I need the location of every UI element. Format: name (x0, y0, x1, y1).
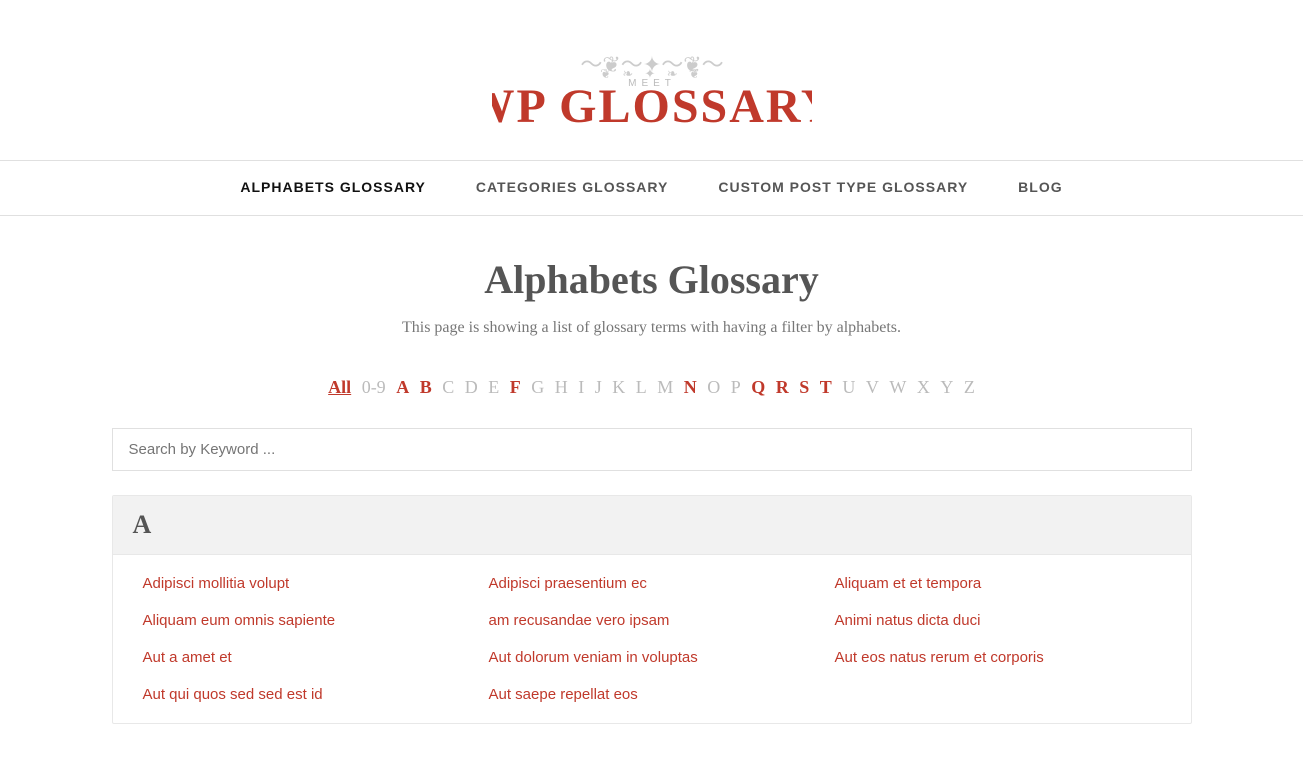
alpha-0-9[interactable]: 0-9 (362, 377, 386, 398)
nav-link-custom-post[interactable]: CUSTOM POST TYPE GLOSSARY (718, 179, 968, 195)
term-link[interactable]: Animi natus dicta duci (825, 602, 1171, 639)
alpha-J[interactable]: J (595, 377, 602, 398)
section-letter-a: A (133, 510, 152, 539)
main-content: Alphabets Glossary This page is showing … (52, 216, 1252, 764)
site-header: ❦ ❧ ✦ ❧ ❦ 〜❦〜✦〜❦〜 MEET WP GLOSSARY (0, 0, 1303, 160)
alpha-M[interactable]: M (657, 377, 673, 398)
term-link[interactable]: Aliquam et et tempora (825, 565, 1171, 602)
alphabet-filter: All 0-9 A B C D E F G H I J K L M N O P … (112, 377, 1192, 398)
alpha-K[interactable]: K (612, 377, 625, 398)
alpha-I[interactable]: I (578, 377, 584, 398)
svg-text:〜❦〜✦〜❦〜: 〜❦〜✦〜❦〜 (580, 52, 723, 77)
page-title: Alphabets Glossary (112, 256, 1192, 303)
alpha-R[interactable]: R (776, 377, 789, 398)
glossary-section-a: A Adipisci mollitia voluptAdipisci praes… (112, 495, 1192, 724)
svg-text:WP GLOSSARY: WP GLOSSARY (492, 80, 812, 130)
alpha-A[interactable]: A (396, 377, 409, 398)
alpha-G[interactable]: G (531, 377, 544, 398)
page-description: This page is showing a list of glossary … (112, 319, 1192, 337)
term-link[interactable]: Aut eos natus rerum et corporis (825, 639, 1171, 676)
nav-item-alphabets[interactable]: ALPHABETS GLOSSARY (240, 179, 426, 197)
alpha-Z[interactable]: Z (964, 377, 975, 398)
nav-item-categories[interactable]: CATEGORIES GLOSSARY (476, 179, 668, 197)
alpha-N[interactable]: N (684, 377, 697, 398)
term-link[interactable]: Aut saepe repellat eos (479, 676, 825, 713)
alpha-T[interactable]: T (820, 377, 832, 398)
main-nav: ALPHABETS GLOSSARY CATEGORIES GLOSSARY C… (0, 160, 1303, 216)
alpha-O[interactable]: O (707, 377, 720, 398)
alpha-X[interactable]: X (917, 377, 930, 398)
term-link[interactable]: Aut a amet et (133, 639, 479, 676)
search-input[interactable] (112, 428, 1192, 471)
search-wrapper (112, 428, 1192, 471)
nav-link-categories[interactable]: CATEGORIES GLOSSARY (476, 179, 668, 195)
alpha-W[interactable]: W (889, 377, 906, 398)
term-link[interactable]: Adipisci praesentium ec (479, 565, 825, 602)
alpha-H[interactable]: H (555, 377, 568, 398)
nav-link-blog[interactable]: BLOG (1018, 179, 1062, 195)
nav-item-blog[interactable]: BLOG (1018, 179, 1062, 197)
section-header-a: A (113, 496, 1191, 555)
alpha-B[interactable]: B (420, 377, 432, 398)
page-wrapper: ❦ ❧ ✦ ❧ ❦ 〜❦〜✦〜❦〜 MEET WP GLOSSARY ALPHA… (0, 0, 1303, 764)
alpha-V[interactable]: V (866, 377, 879, 398)
term-link[interactable]: am recusandae vero ipsam (479, 602, 825, 639)
alpha-U[interactable]: U (842, 377, 855, 398)
nav-item-custom-post[interactable]: CUSTOM POST TYPE GLOSSARY (718, 179, 968, 197)
alpha-all[interactable]: All (328, 377, 351, 398)
term-link[interactable]: Adipisci mollitia volupt (133, 565, 479, 602)
term-link[interactable]: Aliquam eum omnis sapiente (133, 602, 479, 639)
alpha-L[interactable]: L (636, 377, 647, 398)
alpha-Q[interactable]: Q (751, 377, 765, 398)
terms-grid-a: Adipisci mollitia voluptAdipisci praesen… (113, 555, 1191, 723)
alpha-C[interactable]: C (442, 377, 454, 398)
alpha-F[interactable]: F (510, 377, 521, 398)
term-link[interactable]: Aut qui quos sed sed est id (133, 676, 479, 713)
alpha-P[interactable]: P (731, 377, 741, 398)
logo-ornament-svg: ❦ ❧ ✦ ❧ ❦ 〜❦〜✦〜❦〜 MEET WP GLOSSARY (492, 50, 812, 130)
nav-link-alphabets[interactable]: ALPHABETS GLOSSARY (240, 179, 426, 195)
term-link[interactable]: Aut dolorum veniam in voluptas (479, 639, 825, 676)
alpha-S[interactable]: S (799, 377, 809, 398)
alpha-Y[interactable]: Y (940, 377, 953, 398)
alpha-D[interactable]: D (465, 377, 478, 398)
alpha-E[interactable]: E (488, 377, 499, 398)
logo-area: ❦ ❧ ✦ ❧ ❦ 〜❦〜✦〜❦〜 MEET WP GLOSSARY (20, 30, 1283, 140)
